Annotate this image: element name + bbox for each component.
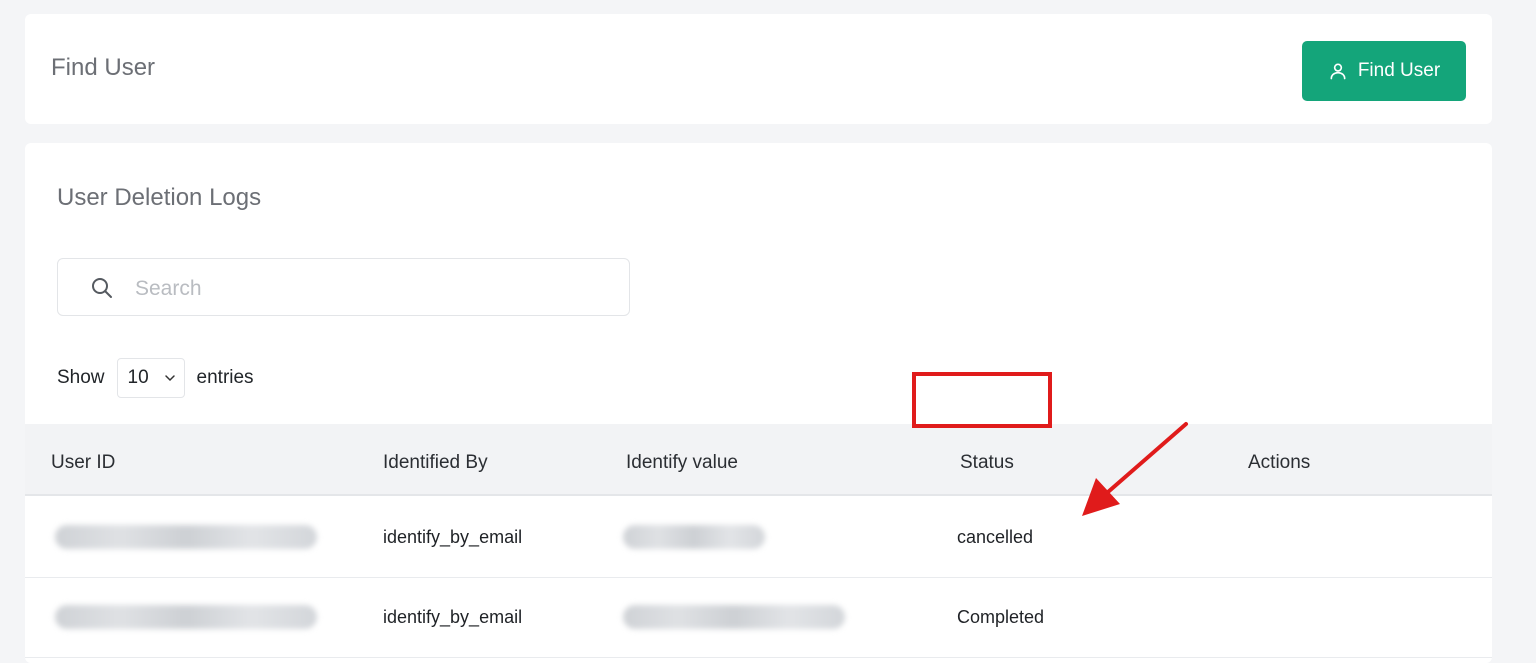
user-icon [1330,63,1346,80]
identified-by-cell: identify_by_email [383,527,523,547]
table-row: identify_by_email cancelled [25,498,1492,578]
entries-select-value: 10 [127,367,149,388]
redacted-identify-value [623,605,845,629]
page-title: Find User [51,54,156,81]
entries-select[interactable]: 10 [116,358,185,398]
find-user-card: Find User Find User [25,14,1492,124]
user-deletion-logs-card: User Deletion Logs Show 10 entries User … [25,143,1492,663]
identified-by-cell: identify_by_email [383,607,523,627]
column-header-identify-value[interactable]: Identify value [626,452,738,474]
show-label: Show [57,367,105,388]
entries-label: entries [196,367,254,388]
redacted-user-id [55,525,317,549]
entries-control: Show 10 entries [57,358,254,398]
find-user-button-label: Find User [1357,60,1441,81]
status-cell: Completed [957,607,1045,627]
find-user-button[interactable]: Find User [1302,41,1466,101]
column-header-actions[interactable]: Actions [1248,452,1310,474]
chevron-down-icon [164,375,175,382]
table-header: User ID Identified By Identify value Sta… [25,424,1492,496]
redacted-user-id [55,605,317,629]
annotation-highlight-box [912,372,1052,428]
search-icon [92,278,112,298]
status-cell: cancelled [957,527,1034,547]
table-row: identify_by_email Completed [25,578,1492,658]
section-title: User Deletion Logs [57,184,262,211]
search-input[interactable] [133,271,607,307]
search-box[interactable] [57,258,630,316]
column-header-user-id[interactable]: User ID [51,452,115,474]
column-header-identified-by[interactable]: Identified By [383,452,488,474]
redacted-identify-value [623,525,765,549]
column-header-status[interactable]: Status [960,452,1014,474]
